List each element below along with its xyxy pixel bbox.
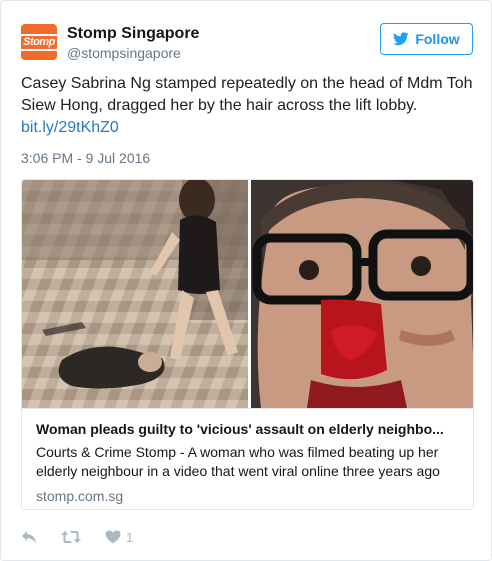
reply-button[interactable] [21,530,37,544]
account-handle[interactable]: @stompsingapore [67,44,199,62]
account-names: Stomp Singapore @stompsingapore [67,24,199,62]
twitter-bird-icon [393,32,410,46]
card-image-portrait [251,180,473,408]
tweet-actions: 1 [21,527,157,547]
display-name[interactable]: Stomp Singapore [67,24,199,44]
follow-button-label: Follow [415,31,460,47]
card-images [22,180,473,408]
avatar-logo-text: Stomp [21,33,57,51]
tweet-body: Casey Sabrina Ng stamped repeatedly on t… [21,75,473,114]
retweet-icon [61,531,81,543]
link-card[interactable]: Woman pleads guilty to 'vicious' assault… [21,179,474,510]
card-domain: stomp.com.sg [36,488,124,504]
retweet-button[interactable] [61,530,81,544]
cctv-scene-illustration [22,180,248,408]
like-count: 1 [126,529,134,545]
victim-portrait-illustration [251,180,473,408]
card-image-cctv [22,180,248,408]
tweet-link[interactable]: bit.ly/29tKhZ0 [21,117,481,139]
tweet-embed: Stomp Stomp Singapore @stompsingapore Fo… [0,0,492,561]
card-title[interactable]: Woman pleads guilty to 'vicious' assault… [36,420,461,439]
avatar[interactable]: Stomp [21,24,57,60]
like-button[interactable]: 1 [105,530,133,545]
tweet-header: Stomp Stomp Singapore @stompsingapore Fo… [21,21,473,61]
heart-icon [105,530,121,544]
card-body: Woman pleads guilty to 'vicious' assault… [22,408,473,509]
card-description: Courts & Crime Stomp - A woman who was f… [36,444,440,479]
tweet-text: Casey Sabrina Ng stamped repeatedly on t… [21,73,481,139]
reply-icon [22,531,36,543]
follow-button[interactable]: Follow [380,23,473,55]
tweet-timestamp[interactable]: 3:06 PM - 9 Jul 2016 [21,150,150,166]
